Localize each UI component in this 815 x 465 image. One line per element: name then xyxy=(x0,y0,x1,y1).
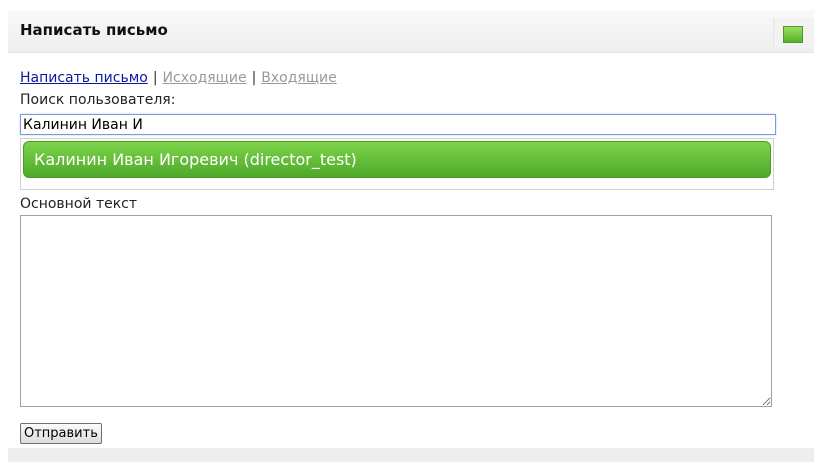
nav-link-inbox[interactable]: Входящие xyxy=(261,70,336,86)
nav-separator: | xyxy=(251,70,257,86)
panel-title: Написать письмо xyxy=(20,21,168,39)
search-user-label: Поиск пользователя: xyxy=(20,92,176,108)
message-body-label: Основной текст xyxy=(20,196,138,212)
compose-panel: Написать письмо Написать письмо | Исходящи… xyxy=(8,10,814,462)
panel-toggle-button[interactable] xyxy=(773,18,814,48)
green-square-icon xyxy=(783,26,803,43)
mail-nav: Написать письмо | Исходящие | Входящие xyxy=(20,70,337,86)
autocomplete-dropdown: Калинин Иван Игоревич (director_test) xyxy=(20,138,774,190)
autocomplete-item[interactable]: Калинин Иван Игоревич (director_test) xyxy=(23,141,771,178)
message-body-textarea[interactable] xyxy=(20,215,772,407)
panel-footer xyxy=(8,448,814,462)
nav-separator: | xyxy=(152,70,158,86)
send-button[interactable]: Отправить xyxy=(20,423,102,444)
panel-header: Написать письмо xyxy=(8,10,814,53)
nav-link-outbox[interactable]: Исходящие xyxy=(163,70,247,86)
nav-link-compose[interactable]: Написать письмо xyxy=(20,70,148,86)
search-user-input[interactable] xyxy=(20,114,776,135)
